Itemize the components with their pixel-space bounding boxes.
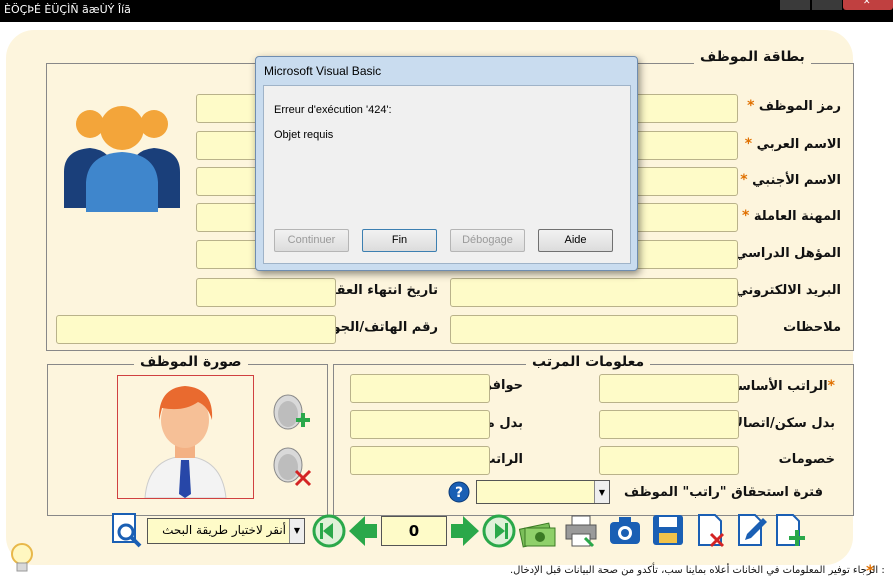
window-title: ÈÖÇÞÉ ÈÜÇÌÑ ãæÙÝ Îíã <box>4 3 131 16</box>
close-icon: ✕ <box>863 0 871 7</box>
minimize-button[interactable] <box>780 0 810 10</box>
error-message-text: Objet requis <box>274 129 334 141</box>
search-method-value: أنقر لاختيار طريقة البحث <box>162 523 286 537</box>
last-record-icon[interactable] <box>481 512 517 550</box>
foreign-name-label: الاسم الأجنبي * <box>740 172 841 188</box>
notes-field[interactable] <box>450 315 738 344</box>
email-field[interactable] <box>450 278 738 307</box>
salary-period-label: فترة استحقاق "راتب" الموظف <box>624 485 823 500</box>
search-method-select[interactable]: أنقر لاختيار طريقة البحث ▼ <box>147 518 305 544</box>
lightbulb-icon <box>11 543 33 572</box>
chevron-down-icon[interactable]: ▼ <box>289 519 304 543</box>
error-dialog: Microsoft Visual Basic Erreur d'exécutio… <box>255 56 638 271</box>
next-record-icon[interactable] <box>447 512 483 550</box>
phone-field[interactable] <box>56 315 336 344</box>
help-button[interactable]: Aide <box>538 229 613 252</box>
search-icon[interactable] <box>109 512 145 550</box>
email-label: البريد الالكتروني <box>735 283 841 298</box>
close-button[interactable]: ✕ <box>843 0 893 10</box>
previous-record-icon[interactable] <box>345 512 381 550</box>
contract-end-label: تاريخ انتهاء العقد <box>329 283 438 298</box>
deductions-label: خصومات <box>778 452 835 467</box>
chevron-down-icon[interactable]: ▼ <box>594 481 609 503</box>
deductions-field[interactable] <box>599 446 739 475</box>
dialog-title: Microsoft Visual Basic <box>264 64 382 78</box>
employee-photo-frame <box>117 375 254 499</box>
basic-salary-field[interactable] <box>599 374 739 403</box>
first-record-icon[interactable] <box>311 512 347 550</box>
housing-field[interactable] <box>599 410 739 439</box>
error-code-text: Erreur d'exécution '424': <box>274 104 392 116</box>
delete-photo-icon[interactable] <box>268 445 314 489</box>
transport-field[interactable] <box>350 410 490 439</box>
basic-salary-label: *الراتب الأساسي <box>724 378 835 394</box>
photo-group-title: صورة الموظف <box>134 354 248 370</box>
salary-money-icon[interactable] <box>519 512 559 550</box>
dialog-body: Erreur d'exécution '424': Objet requis C… <box>263 85 631 264</box>
arabic-name-label: الاسم العربي * <box>744 136 841 152</box>
svg-text:?: ? <box>455 485 463 501</box>
add-record-icon[interactable] <box>771 512 807 550</box>
debug-button[interactable]: Débogage <box>450 229 525 252</box>
salary-group-title: معلومات المرتب <box>526 354 651 370</box>
record-number-field[interactable]: 0 <box>381 516 447 546</box>
maximize-button[interactable] <box>812 0 842 10</box>
camera-icon[interactable] <box>607 512 643 550</box>
net-salary-field[interactable] <box>350 446 490 475</box>
profession-label: المهنة العاملة * <box>741 208 841 224</box>
employee-avatar-icon <box>144 386 227 499</box>
notes-label: ملاحظات <box>783 320 841 335</box>
add-photo-icon[interactable] <box>268 392 314 436</box>
employee-code-label: رمز الموظف * <box>747 98 841 114</box>
bottom-toolbar: أنقر لاختيار طريقة البحث ▼ 0 <box>105 512 805 552</box>
contract-end-field[interactable] <box>196 278 336 307</box>
incentives-field[interactable] <box>350 374 490 403</box>
window-titlebar: ÈÖÇÞÉ ÈÜÇÌÑ ãæÙÝ Îíã ✕ <box>0 0 893 22</box>
edit-record-icon[interactable] <box>733 512 769 550</box>
print-icon[interactable] <box>563 512 599 550</box>
footnote-text: : الرجاء توفير المعلومات في الخانات أعلا… <box>510 565 885 576</box>
qualification-label: المؤهل الدراسي <box>734 246 841 261</box>
help-icon[interactable]: ? <box>448 481 470 503</box>
card-title: بطاقة الموظف <box>694 49 811 65</box>
end-button[interactable]: Fin <box>362 229 437 252</box>
salary-period-select[interactable]: ▼ <box>476 480 610 504</box>
delete-record-icon[interactable] <box>693 512 729 550</box>
continue-button[interactable]: Continuer <box>274 229 349 252</box>
save-icon[interactable] <box>650 512 686 550</box>
employees-group-icon <box>64 106 180 212</box>
